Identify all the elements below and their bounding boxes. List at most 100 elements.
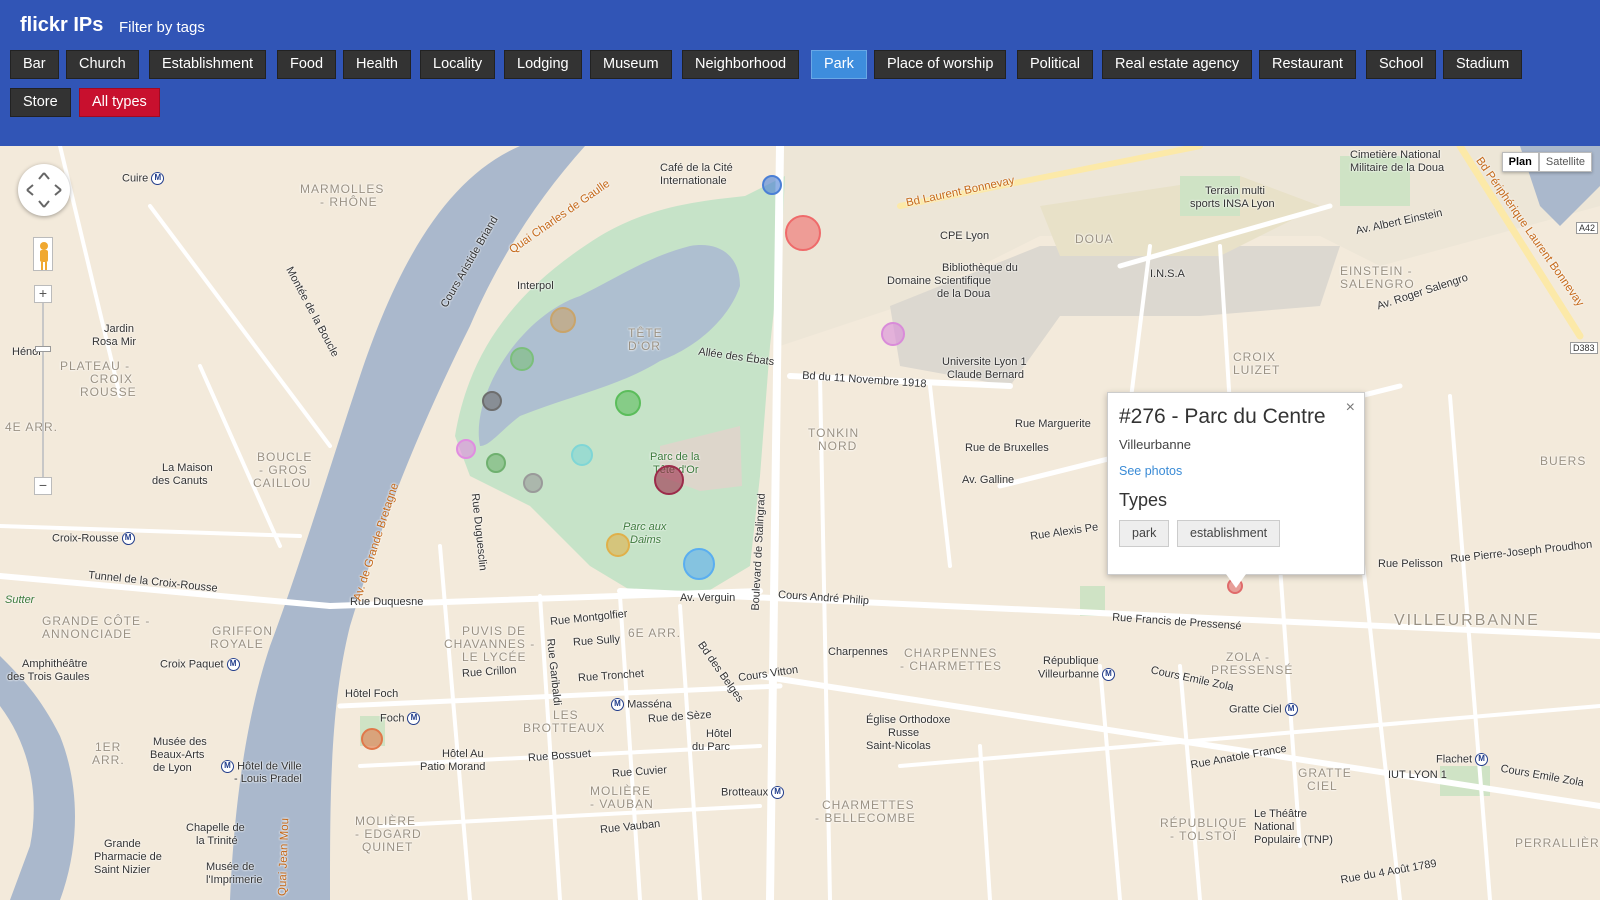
map-label-tete-dor: TÊTE [628,326,663,340]
map-label-moliere-vauban: MOLIÈRE [590,784,652,798]
map-label-eglise: Église Orthodoxe [866,714,951,726]
zoom-slider-thumb[interactable] [35,346,51,352]
tag-button-stadium[interactable]: Stadium [1443,50,1523,79]
map-canvas[interactable]: Cuire M Café de la Cité Internationale Bd… [0,146,1600,900]
map-label-hotel-patio: Hôtel Au [442,748,484,760]
zoom-in-button[interactable]: + [34,285,52,303]
map-label-amphitheatre-2: des Trois Gaules [7,671,90,683]
map-label-hotel-ville-2: - Louis Pradel [234,773,302,785]
tag-button-political[interactable]: Political [1017,50,1093,79]
map-label-republique-tolstoi: RÉPUBLIQUE [1160,816,1248,830]
tag-button-lodging[interactable]: Lodging [504,50,582,79]
map-label-parc-daims-2: Daims [630,534,662,546]
map-label-republique-2: Villeurbanne M [1038,668,1115,681]
tag-button-restaurant[interactable]: Restaurant [1259,50,1356,79]
map-marker[interactable] [550,307,576,333]
map-label-cuire: Cuire M [122,172,165,185]
map-label-doua: DOUA [1075,232,1114,246]
map-label-einstein-salengro: EINSTEIN - [1340,264,1413,278]
map-marker[interactable] [881,322,905,346]
map-label-arr4: 4E ARR. [5,420,59,434]
zoom-slider-track[interactable] [42,294,44,484]
all-types-button[interactable]: All types [79,88,160,117]
map-label-arr1b: ARR. [92,753,125,767]
map-label-republique-tolstoi-2: - TOLSTOÏ [1170,829,1238,843]
map-label-musee-imprimerie-2: l'Imprimerie [206,874,263,886]
map-label-tete-dor-2: D'OR [628,339,661,353]
tag-button-bar[interactable]: Bar [10,50,59,79]
map-label-brotteaux: Brotteaux M [721,786,785,799]
tag-button-school[interactable]: School [1366,50,1437,79]
map-marker[interactable] [361,728,383,750]
map-label-charmettes-2: - BELLECOMBE [815,811,916,825]
map-marker[interactable] [571,444,593,466]
map-label-boucle-2: - GROS [259,463,308,477]
tag-button-food[interactable]: Food [277,50,337,79]
map-label-puvis: PUVIS DE [462,624,527,638]
map-label-gratte-ciel-area: GRATTE [1298,766,1352,780]
tag-button-store[interactable]: Store [10,88,71,117]
map-marker[interactable] [606,533,630,557]
map-label-cafe-cite: Café de la Cité [660,162,733,174]
map-label-les-brotteaux: LES [553,708,579,722]
map-marker[interactable] [785,215,821,251]
see-photos-link[interactable]: See photos [1119,464,1182,478]
tag-button-park[interactable]: Park [811,50,867,79]
map-label-moliere-vauban-2: - VAUBAN [590,797,654,811]
close-icon[interactable]: × [1346,399,1355,417]
tag-button-real-estate-agency[interactable]: Real estate agency [1102,50,1253,79]
map-label-rue-marguerite: Rue Marguerite [1015,418,1091,430]
map-label-tonkin-nord-2: NORD [818,439,858,453]
map-label-republique: République [1043,655,1099,667]
map-marker[interactable] [482,391,502,411]
map-label-marmolles-2: - RHÔNE [320,195,378,209]
map-label-moliere-quinet-2: - EDGARD [355,827,422,841]
map-label-av-galline: Av. Galline [962,474,1015,486]
map-label-grande-cote-2: ANNONCIADE [42,627,133,641]
map-marker[interactable] [683,548,715,580]
street-view-pegman-icon[interactable] [33,237,53,271]
tag-button-health[interactable]: Health [343,50,411,79]
map-label-av-verguin: Av. Verguin [680,592,736,604]
map-label-buers: BUERS [1540,454,1587,468]
tag-button-establishment[interactable]: Establishment [149,50,267,79]
map-marker[interactable] [615,390,641,416]
map-type-satellite-button[interactable]: Satellite [1538,152,1592,172]
tag-button-locality[interactable]: Locality [420,50,496,79]
map-label-les-brotteaux-2: BROTTEAUX [523,721,606,735]
tag-button-place-of-worship[interactable]: Place of worship [874,50,1007,79]
map-type-plan-button[interactable]: Plan [1501,152,1539,172]
app-brand[interactable]: flickr IPs [20,14,103,37]
tag-button-museum[interactable]: Museum [590,50,672,79]
info-window-title: #276 - Parc du Centre [1119,405,1326,428]
map-label-d383: D383 [1570,342,1598,354]
map-marker[interactable] [456,439,476,459]
tag-button-neighborhood[interactable]: Neighborhood [682,50,800,79]
map-label-cafe-cite-2: Internationale [660,175,727,187]
map-marker[interactable] [654,465,684,495]
map-label-rue-bruxelles: Rue de Bruxelles [965,442,1049,454]
pan-control[interactable] [18,164,70,216]
map-marker[interactable] [486,453,506,473]
zoom-out-button[interactable]: − [34,477,52,495]
map-label-musee-beaux-arts-3: de Lyon [153,762,192,774]
map-label-gratte-ciel: Gratte Ciel M [1229,703,1298,716]
tag-button-church[interactable]: Church [66,50,139,79]
map-label-rue-pelisson: Rue Pelisson [1378,558,1443,570]
map-label-perralliere: PERRALLIÈRE [1515,836,1600,850]
type-chip-park[interactable]: park [1119,520,1170,547]
map-label-plateau: PLATEAU - [60,359,131,373]
type-chip-establishment[interactable]: establishment [1177,520,1281,547]
map-label-croix-paquet: Croix Paquet M [160,658,240,671]
map-label-theatre: Le Théâtre [1254,808,1308,820]
map-label-tonkin-nord: TONKIN [808,426,860,440]
info-window-tail [1226,574,1246,588]
map-marker[interactable] [523,473,543,493]
map-label-chapelle-2: la Trinité [196,835,238,847]
map-marker[interactable] [762,175,782,195]
map-label-cimetiere: Cimetière National [1350,149,1441,161]
map-label-musee-imprimerie: Musée de [206,861,255,873]
map-marker[interactable] [510,347,534,371]
info-window-city: Villeurbanne [1119,437,1192,452]
map-label-cpe-lyon: CPE Lyon [940,230,990,242]
